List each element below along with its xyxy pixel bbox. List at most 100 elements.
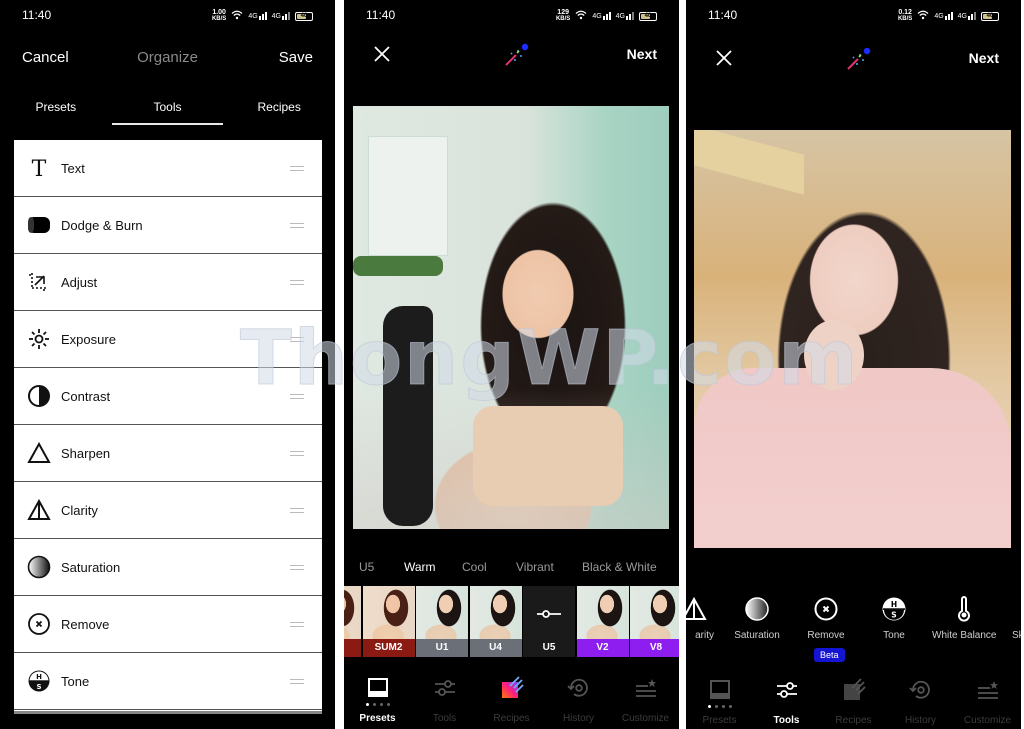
skin-icon bbox=[1014, 596, 1021, 622]
wifi-icon bbox=[575, 7, 587, 25]
editor-header: Next bbox=[686, 44, 1021, 74]
tool-label: Tone bbox=[883, 630, 905, 641]
battery-icon: 40 bbox=[639, 11, 657, 21]
preset-thumbnail[interactable]: U5 bbox=[523, 586, 575, 657]
preset-category[interactable]: Cool bbox=[462, 560, 487, 574]
tool-label: Tone bbox=[61, 673, 90, 689]
tool-row-clarity[interactable]: Clarity bbox=[14, 482, 322, 539]
magic-wand-icon[interactable] bbox=[844, 45, 874, 73]
preset-strength-slider-icon[interactable] bbox=[537, 606, 561, 618]
nav-label: History bbox=[562, 713, 595, 724]
cellular-signal-icon: 4G bbox=[272, 12, 290, 20]
tool-clarity[interactable]: arity bbox=[686, 596, 714, 641]
drag-handle-icon[interactable] bbox=[290, 679, 304, 684]
tool-list: T Text Dodge & Burn Adjust Exposure Cont… bbox=[14, 140, 322, 714]
drag-handle-icon[interactable] bbox=[290, 280, 304, 285]
next-button[interactable]: Next bbox=[969, 50, 999, 66]
cellular-signal-icon: 4G bbox=[934, 12, 953, 20]
next-button[interactable]: Next bbox=[627, 46, 657, 62]
tool-saturation[interactable]: Saturation bbox=[726, 596, 788, 641]
drag-handle-icon[interactable] bbox=[290, 394, 304, 399]
save-button[interactable]: Save bbox=[279, 49, 313, 66]
history-icon bbox=[566, 676, 591, 700]
tool-row-contrast[interactable]: Contrast bbox=[14, 368, 322, 425]
tool-row-adjust[interactable]: Adjust bbox=[14, 254, 322, 311]
tool-label: Remove bbox=[807, 630, 845, 641]
tool-row-dodge-burn[interactable]: Dodge & Burn bbox=[14, 197, 322, 254]
drag-handle-icon[interactable] bbox=[290, 451, 304, 456]
tool-skin[interactable]: Sk bbox=[1012, 596, 1021, 641]
preset-label: V8 bbox=[630, 639, 679, 657]
battery-icon: 40 bbox=[295, 11, 313, 21]
preset-category[interactable]: U5 bbox=[359, 560, 374, 574]
tool-row-tone[interactable]: HS Tone bbox=[14, 653, 322, 710]
preset-thumbnail[interactable]: 1 bbox=[344, 586, 361, 657]
preset-category[interactable]: Warm bbox=[404, 560, 436, 574]
exposure-icon bbox=[27, 327, 51, 351]
tool-label: Adjust bbox=[61, 274, 98, 290]
preset-label: SUM2 bbox=[362, 639, 415, 657]
preset-label: U1 bbox=[416, 639, 468, 657]
preset-thumbnail[interactable]: U4 bbox=[469, 586, 522, 657]
preset-label: U5 bbox=[523, 639, 575, 657]
network-speed: 0.12 KB/S bbox=[897, 9, 913, 22]
tool-row-exposure[interactable]: Exposure bbox=[14, 311, 322, 368]
tool-row-sharpen[interactable]: Sharpen bbox=[14, 425, 322, 482]
drag-handle-icon[interactable] bbox=[290, 508, 304, 513]
tool-white-balance[interactable]: White Balance bbox=[932, 596, 996, 641]
wifi-icon bbox=[917, 7, 929, 25]
nav-history[interactable]: History bbox=[545, 670, 612, 729]
nav-recipes[interactable]: Recipes bbox=[478, 670, 545, 729]
nav-tools[interactable]: Tools bbox=[753, 672, 820, 729]
nav-label: Recipes bbox=[835, 715, 872, 726]
photo-preview[interactable] bbox=[694, 130, 1011, 548]
close-icon[interactable] bbox=[372, 44, 392, 64]
magic-wand-icon[interactable] bbox=[502, 41, 532, 69]
organize-screen: 11:40 1.00 KB/S 4G 4G 40 Cancel Organize … bbox=[0, 0, 335, 729]
nav-customize[interactable]: Customize bbox=[612, 670, 679, 729]
drag-handle-icon[interactable] bbox=[290, 166, 304, 171]
tool-row-saturation[interactable]: Saturation bbox=[14, 539, 322, 596]
preset-thumbnail[interactable]: SUM2 bbox=[362, 586, 415, 657]
nav-label: Customize bbox=[963, 715, 1012, 726]
preset-category[interactable]: Black & White bbox=[582, 560, 657, 574]
status-bar: 11:40 0.12 KB/S 4G 4G 40 bbox=[686, 0, 1021, 28]
drag-handle-icon[interactable] bbox=[290, 223, 304, 228]
nav-recipes[interactable]: Recipes bbox=[820, 672, 887, 729]
nav-customize[interactable]: Customize bbox=[954, 672, 1021, 729]
tab-presets[interactable]: Presets bbox=[0, 96, 112, 128]
drag-handle-icon[interactable] bbox=[290, 337, 304, 342]
drag-handle-icon[interactable] bbox=[290, 622, 304, 627]
clarity-icon bbox=[27, 498, 51, 522]
sharpen-icon bbox=[27, 441, 51, 465]
wifi-icon bbox=[231, 7, 243, 25]
remove-icon bbox=[27, 612, 51, 636]
tone-icon: HS bbox=[881, 596, 907, 622]
photo-preview[interactable] bbox=[353, 106, 669, 529]
tab-tools[interactable]: Tools bbox=[111, 96, 224, 128]
organize-tabs: Presets Tools Recipes bbox=[0, 96, 335, 128]
tool-row-text[interactable]: T Text bbox=[14, 140, 322, 197]
tool-remove[interactable]: Remove bbox=[800, 596, 852, 641]
preset-thumbnail[interactable]: V2 bbox=[576, 586, 629, 657]
preset-category[interactable]: Vibrant bbox=[516, 560, 554, 574]
tone-icon: HS bbox=[27, 669, 51, 693]
close-icon[interactable] bbox=[714, 48, 734, 68]
nav-presets[interactable]: Presets bbox=[344, 670, 411, 729]
nav-tools[interactable]: Tools bbox=[411, 670, 478, 729]
tool-row-remove[interactable]: Remove bbox=[14, 596, 322, 653]
preset-preview-image bbox=[469, 586, 522, 639]
nav-presets[interactable]: Presets bbox=[686, 672, 753, 729]
preset-label: U4 bbox=[469, 639, 522, 657]
tab-recipes[interactable]: Recipes bbox=[223, 96, 335, 128]
preset-thumbnail[interactable]: V8 bbox=[630, 586, 679, 657]
tool-label: Saturation bbox=[734, 630, 780, 641]
preset-label: V2 bbox=[576, 639, 629, 657]
svg-text:H: H bbox=[36, 673, 42, 681]
preset-thumbnail[interactable]: U1 bbox=[416, 586, 468, 657]
nav-history[interactable]: History bbox=[887, 672, 954, 729]
nav-label: Tools bbox=[432, 713, 457, 724]
drag-handle-icon[interactable] bbox=[290, 565, 304, 570]
tool-tone[interactable]: HS Tone bbox=[874, 596, 914, 641]
tool-label: White Balance bbox=[932, 630, 997, 641]
